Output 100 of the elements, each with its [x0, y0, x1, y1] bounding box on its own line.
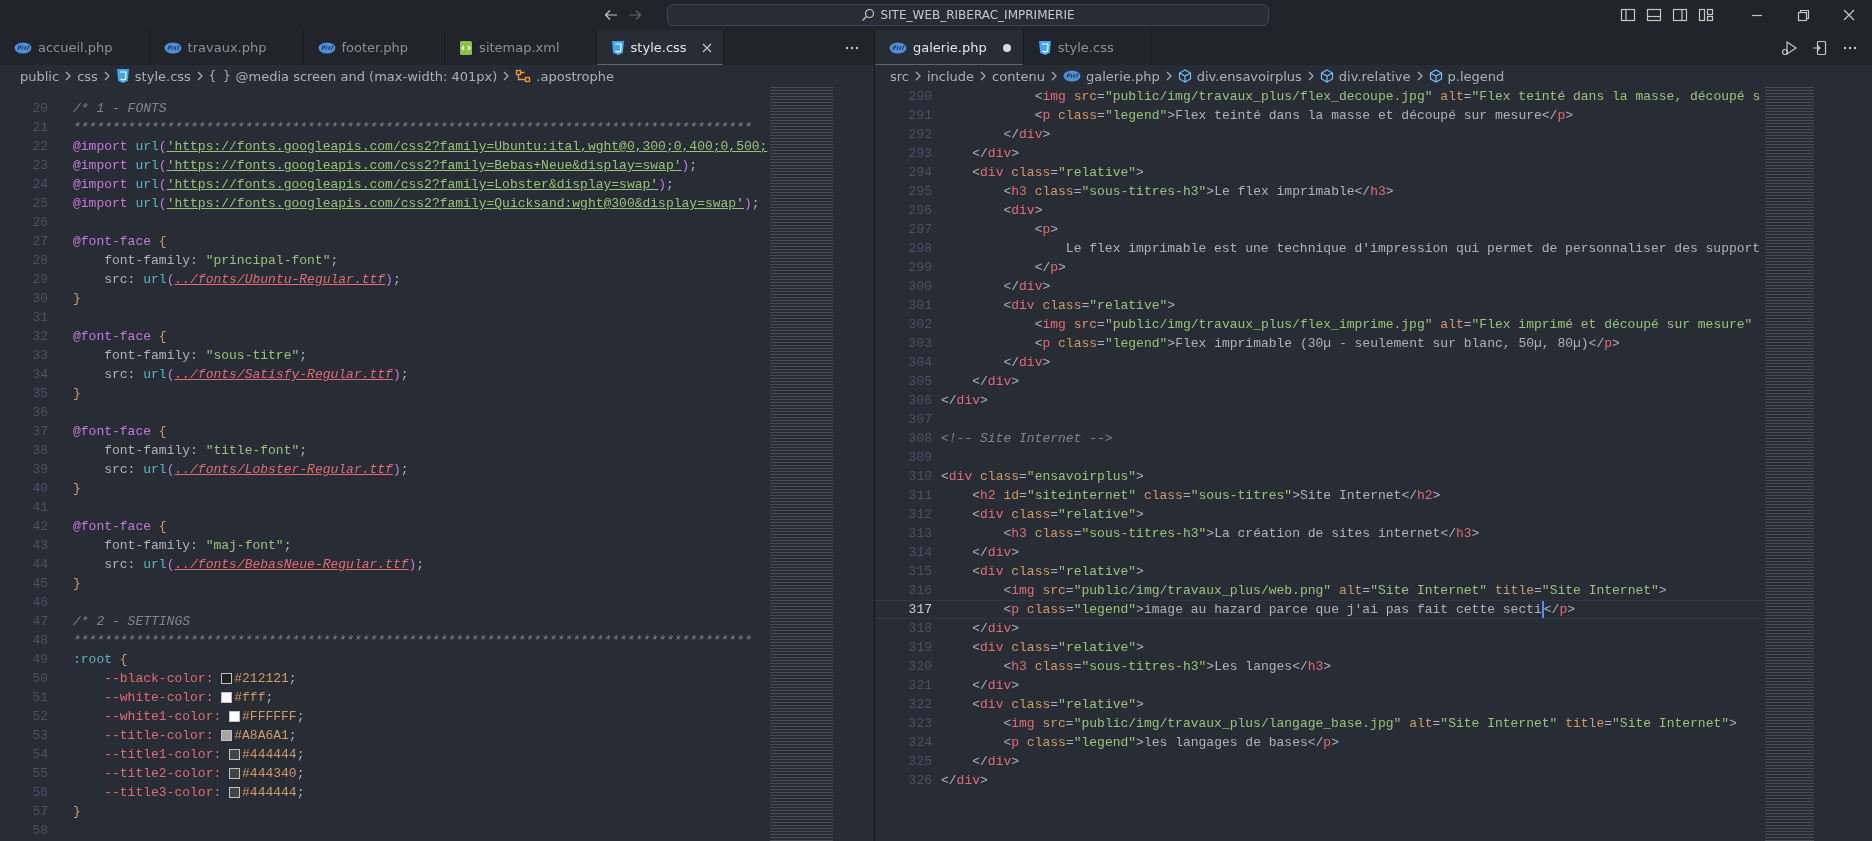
code-text: src: url(../fonts/Satisfy-Regular.ttf); [104, 366, 409, 384]
code-text: <div class="ensavoirplus"> [941, 468, 1144, 486]
code-text: /* 2 - SETTINGS [73, 613, 191, 631]
code-text: </div> [972, 373, 1020, 391]
code-text: Le flex imprimable est une technique d'impression qui permet de personnaliser des support [1065, 240, 1761, 258]
color-swatch[interactable] [229, 749, 241, 760]
breadcrumb-item[interactable]: style.css [115, 68, 191, 84]
code-text: font-family: "principal-font"; [104, 252, 339, 270]
code-text: </div> [972, 753, 1020, 771]
file-type-icon [115, 68, 130, 84]
file-type-icon [889, 41, 907, 54]
code-text: <p class="legend">image au hazard parce que j'ai pas fait cette secti [1003, 601, 1542, 619]
code-text: <img src="public/img/travaux_plus/langage_base.jpg" alt="Site Internet" title="Site Internet"> [1003, 715, 1737, 733]
breadcrumb-item[interactable]: contenu [992, 68, 1045, 84]
chevron-icon [913, 70, 923, 82]
code-text: #212121; [234, 670, 297, 688]
code-text: </div> [972, 145, 1020, 163]
code-text: } [73, 290, 81, 308]
breadcrumb-item[interactable]: include [927, 68, 975, 84]
open-changes-icon[interactable] [1812, 39, 1828, 56]
file-type-icon [459, 39, 474, 56]
code-text: src: url(../fonts/BebasNeue-Regular.ttf); [104, 556, 425, 574]
breadcrumb-item[interactable]: { } @media screen and (max-width: 401px) [208, 68, 498, 84]
back-arrow-icon[interactable] [603, 7, 619, 23]
chevron-icon [1049, 70, 1059, 82]
code-text: </div> [1003, 354, 1051, 372]
code-text: <p class="legend">les langages de bases</p> [1003, 734, 1339, 752]
layout-grid-icon[interactable] [1698, 7, 1714, 23]
file-type-icon [163, 41, 182, 54]
code-text: <div class="relative"> [972, 696, 1144, 714]
cube-icon [1428, 69, 1443, 83]
code-text: --black-color: [104, 670, 215, 688]
file-type-icon [610, 39, 625, 56]
braces-icon: { } [208, 69, 231, 83]
breadcrumb-item[interactable]: src [890, 68, 909, 84]
code-text: @font-face { [73, 518, 167, 536]
code-text: #FFFFFF; [242, 708, 305, 726]
color-swatch[interactable] [229, 711, 241, 722]
code-text: font-family: "title-font"; [104, 442, 308, 460]
editor-tab[interactable]: galerie.php [875, 30, 1024, 65]
code-text: </div> [1003, 278, 1051, 296]
breadcrumb-item[interactable]: .apostrophe [515, 68, 615, 84]
code-text: <div class="relative"> [972, 563, 1144, 581]
color-swatch[interactable] [221, 692, 233, 703]
color-swatch[interactable] [221, 673, 233, 684]
code-text: @import url('https://fonts.googleapis.com/css2?family=Ubuntu:ital,wght@0,300;0,400;0,500; [73, 138, 768, 156]
code-text: <div class="relative"> [972, 639, 1144, 657]
code-text: --title3-color: [104, 784, 223, 802]
code-text: @import url('https://fonts.googleapis.com/css2?family=Bebas+Neue&display=swap'); [73, 157, 698, 175]
file-type-icon [14, 41, 32, 54]
code-text: font-family: "maj-font"; [104, 537, 292, 555]
code-text: </div> [972, 544, 1020, 562]
code-text: <div class="relative"> [1003, 297, 1176, 315]
code-text: @import url('https://fonts.googleapis.com/css2?family=Quicksand:wght@300&display=swap'); [73, 195, 760, 213]
code-text: </div> [941, 392, 988, 410]
breadcrumb-item[interactable]: div.ensavoirplus [1177, 68, 1302, 84]
line-number: 317 [907, 601, 932, 619]
code-text: *************************************************************************************** [73, 632, 752, 650]
sidebar-layout-icon[interactable] [1620, 7, 1636, 23]
breadcrumb-item[interactable]: p.legend [1428, 68, 1505, 84]
code-text: } [73, 803, 81, 821]
code-text: <p> [1034, 221, 1059, 239]
code-text: <div> [1003, 202, 1043, 220]
breadcrumb-item[interactable]: div.relative [1319, 68, 1411, 84]
run-debug-icon[interactable] [1780, 39, 1798, 56]
code-text: --title2-color: [104, 765, 223, 783]
breadcrumb-item[interactable]: galerie.php [1063, 68, 1160, 84]
code-text: #A8A6A1; [234, 727, 297, 745]
search-icon [861, 8, 876, 22]
code-text: @import url('https://fonts.googleapis.com/css2?family=Lobster&display=swap'); [73, 176, 674, 194]
panel-layout-icon[interactable] [1646, 7, 1662, 23]
class-icon [515, 69, 532, 83]
color-swatch[interactable] [229, 787, 241, 798]
color-swatch[interactable] [229, 768, 241, 779]
code-text: #444340; [242, 765, 305, 783]
code-text: src: url(../fonts/Ubuntu-Regular.ttf); [104, 271, 401, 289]
color-swatch[interactable] [221, 730, 233, 741]
code-text: --title1-color: [104, 746, 223, 764]
editor-tab[interactable]: style.css [596, 30, 724, 65]
code-text: <!-- Site Internet --> [941, 430, 1113, 448]
code-text: <h2 id="siteinternet" class="sous-titres">Site Internet</h2> [972, 487, 1441, 505]
code-text: @font-face { [73, 233, 167, 251]
code-text: </p> [1034, 259, 1066, 277]
search-box[interactable]: SITE_WEB_RIBERAC_IMPRIMERIE [667, 4, 1269, 26]
code-text: <img src="public/img/travaux_plus/flex_decoupe.jpg" alt="Flex teinté dans la masse, découpé s [1034, 88, 1761, 106]
cube-icon [1177, 69, 1192, 83]
code-text: <p class="legend">Flex teinté dans la masse et découpé sur mesure</p> [1034, 107, 1574, 125]
breadcrumb-item[interactable]: css [77, 68, 98, 84]
code-text: src: url(../fonts/Lobster-Regular.ttf); [104, 461, 409, 479]
secondary-sidebar-icon[interactable] [1672, 7, 1688, 23]
code-text: --white1-color: [104, 708, 223, 726]
code-text: <img src="public/img/travaux_plus/web.png" alt="Site Internet" title="Site Internet"> [1003, 582, 1667, 600]
breadcrumb-item[interactable]: public [20, 68, 60, 84]
code-text: :root { [73, 651, 128, 669]
code-text: <h3 class="sous-titres-h3">La création de sites internet</h3> [1003, 525, 1480, 543]
code-text: #444444; [242, 746, 305, 764]
code-text: /* 1 - FONTS [73, 100, 167, 118]
code-text: } [73, 385, 81, 403]
code-text: </div> [972, 620, 1020, 638]
code-text: <div class="relative"> [972, 506, 1144, 524]
